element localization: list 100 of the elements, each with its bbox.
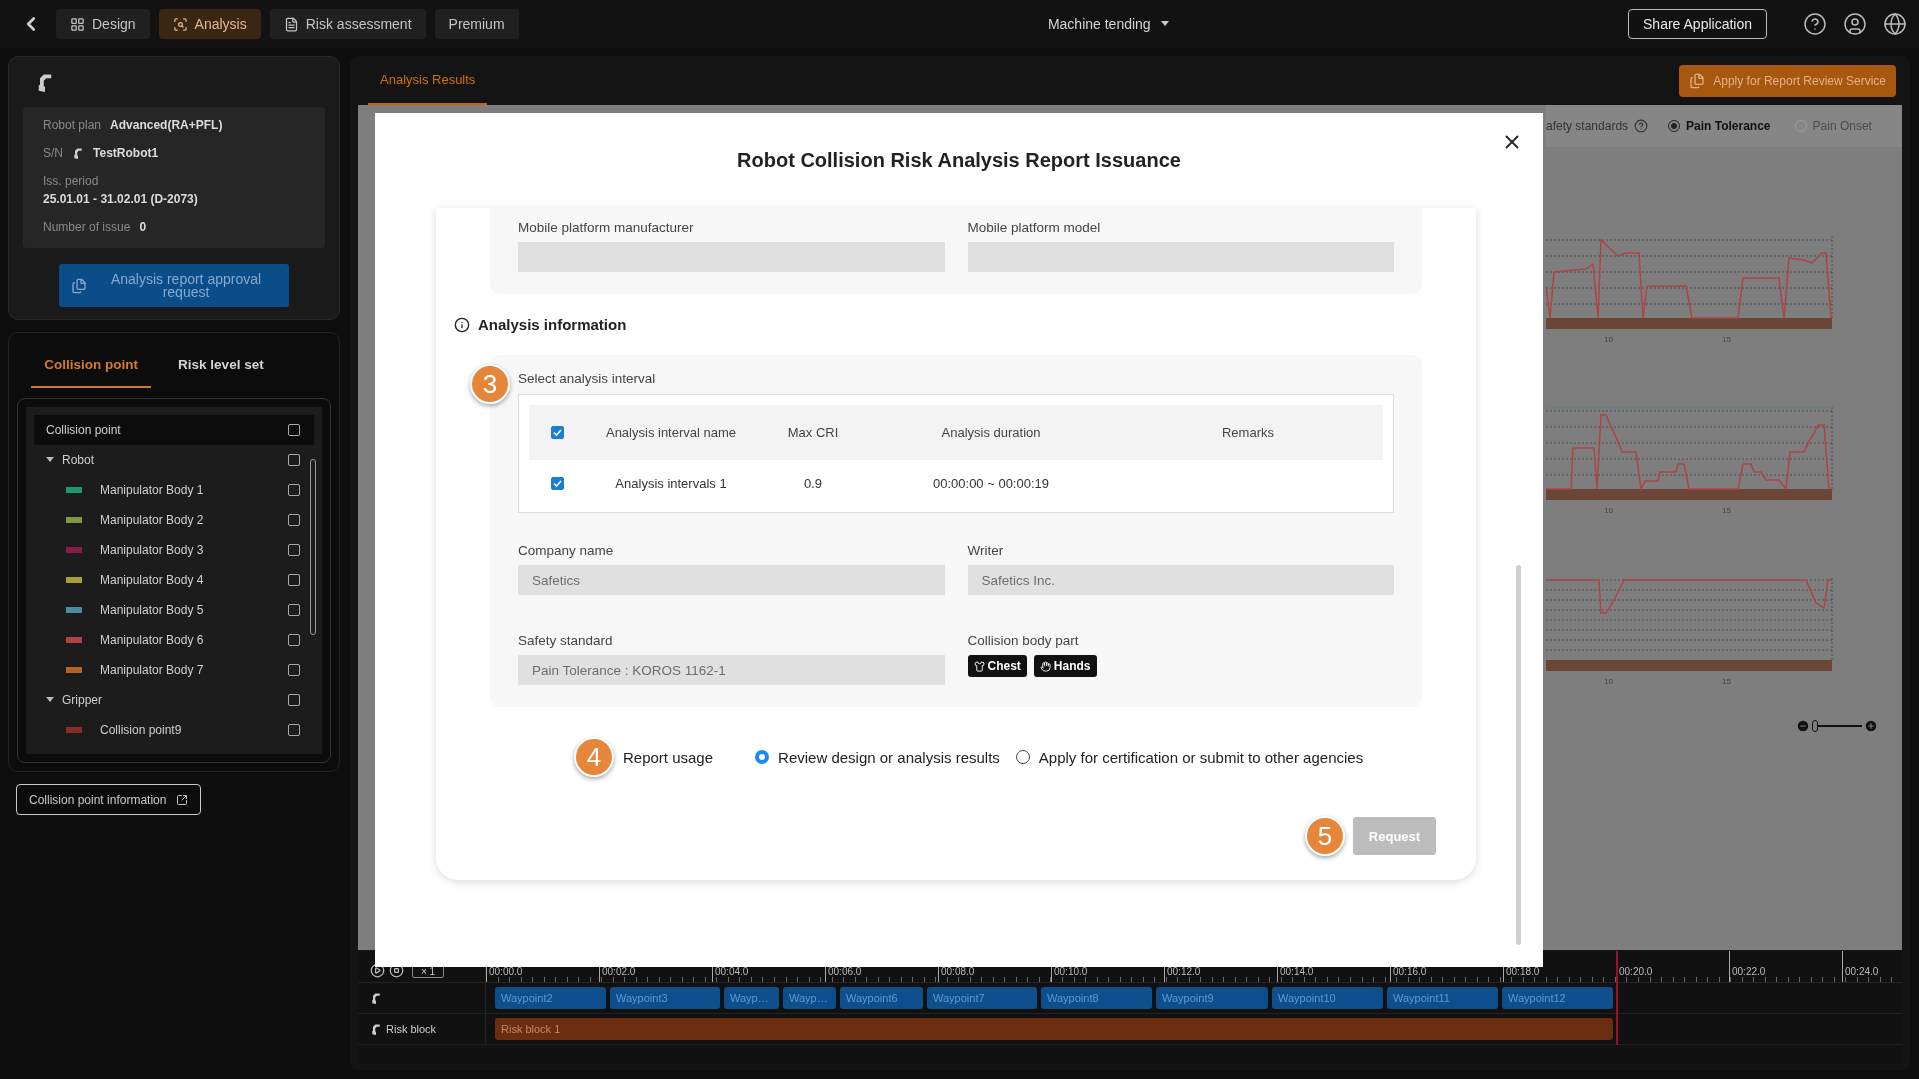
shirt-icon	[973, 660, 985, 672]
tree-item[interactable]: Manipulator Body 4	[100, 573, 280, 587]
share-button[interactable]: Share Application	[1628, 9, 1767, 39]
info-label: Number of issue	[43, 220, 131, 234]
time-tick-label: 00:24.0	[1842, 951, 1902, 982]
checkbox[interactable]	[288, 634, 300, 646]
tree-item[interactable]: Manipulator Body 7	[100, 663, 280, 677]
column-header: Max CRI	[786, 425, 840, 440]
robot-arm-icon	[72, 147, 84, 159]
collision-info-button[interactable]: Collision point information	[16, 784, 202, 815]
scrollbar[interactable]	[310, 459, 316, 635]
table-cell-text: 0.9	[802, 475, 824, 491]
dialog-title: Robot Collision Risk Analysis Report Issuance	[737, 149, 1181, 172]
nav-tab[interactable]: Design	[56, 9, 150, 39]
input-field[interactable]: Safetics	[518, 565, 945, 595]
column-header: Remarks	[1221, 425, 1275, 440]
expand-caret-icon[interactable]	[46, 697, 54, 703]
checkbox[interactable]	[288, 694, 300, 706]
info-label: S/N	[43, 146, 63, 160]
radio-option[interactable]: Review design or analysis results	[755, 748, 1000, 766]
tree-item[interactable]: Manipulator Body 1	[100, 483, 280, 497]
tree-header: Collision point	[46, 423, 122, 437]
info-value: Advanced(RA+PFL)	[110, 118, 223, 132]
input-field[interactable]: Pain Tolerance : KOROS 1162-1	[518, 655, 945, 685]
globe-button[interactable]	[1883, 12, 1907, 36]
safety-standards-label: afety standards	[1546, 119, 1629, 133]
radio-option[interactable]: Pain Tolerance	[1668, 119, 1771, 133]
step-badge: 4	[574, 737, 614, 777]
checkbox[interactable]	[288, 664, 300, 676]
magnifier-icon	[172, 16, 188, 32]
radio-option[interactable]: Apply for certification or submit to other agencies	[1015, 748, 1364, 766]
user-button[interactable]	[1843, 12, 1867, 36]
panel-tab[interactable]: Collision point	[31, 343, 152, 388]
external-link-icon	[176, 793, 189, 806]
play-button[interactable]	[370, 963, 385, 978]
tree-item[interactable]: Collision point9	[100, 723, 280, 737]
column-header: Analysis interval name	[604, 425, 738, 440]
body-part-tag: Hands	[1033, 655, 1097, 677]
documents-icon	[1689, 72, 1706, 89]
nav-tab[interactable]: Analysis	[158, 9, 261, 39]
info-icon	[454, 316, 470, 333]
column-header: Analysis duration	[940, 425, 1042, 440]
caret-icon	[1160, 21, 1169, 27]
checkbox[interactable]	[288, 424, 300, 436]
document-icon	[283, 16, 299, 32]
step-badge: 5	[1305, 816, 1345, 856]
step-badge: 3	[470, 364, 510, 404]
table-cell-text: Analysis intervals 1	[614, 475, 728, 491]
help-icon[interactable]	[1634, 119, 1649, 133]
checkbox[interactable]	[550, 426, 564, 439]
time-tick-label: 00:22.0	[1729, 951, 1842, 982]
checkbox[interactable]	[288, 724, 300, 736]
field-label: Collision body part	[967, 633, 1080, 648]
body-part-tag: Chest	[967, 655, 1027, 677]
hand-icon	[1039, 660, 1051, 672]
tree-item[interactable]: Gripper	[62, 693, 280, 707]
field-label: Company name	[518, 543, 615, 558]
documents-icon	[71, 277, 87, 294]
checkbox[interactable]	[288, 544, 300, 556]
checkbox[interactable]	[288, 574, 300, 586]
tree-item[interactable]: Manipulator Body 3	[100, 543, 280, 557]
tree-item[interactable]: Manipulator Body 2	[100, 513, 280, 527]
robot-arm-icon	[370, 992, 382, 1004]
field-label: Select analysis interval	[518, 371, 657, 386]
info-label: Robot plan	[43, 118, 102, 132]
checkbox[interactable]	[288, 454, 300, 466]
slider-thumb[interactable]	[1812, 720, 1818, 732]
track-label: Risk block	[386, 1023, 437, 1035]
panel-tab[interactable]: Risk level set	[165, 343, 277, 388]
tree-item[interactable]: Manipulator Body 5	[100, 603, 280, 617]
tree-item[interactable]: Robot	[62, 453, 280, 467]
section-heading: Analysis information	[478, 316, 627, 333]
info-value: 25.01.01 - 31.02.01 (D-2073)	[43, 192, 198, 206]
approval-request-button[interactable]: Analysis report approval request	[59, 264, 289, 307]
info-label: Iss. period	[43, 174, 99, 188]
expand-caret-icon[interactable]	[46, 457, 54, 463]
input-field[interactable]: Safetics Inc.	[967, 565, 1394, 595]
nav-tab[interactable]: Risk assessment	[269, 9, 426, 39]
info-value: TestRobot1	[93, 146, 159, 160]
risk-block[interactable]: Risk block 1	[495, 1018, 1613, 1040]
robot-arm-icon	[370, 1023, 382, 1035]
field-label: Mobile platform manufacturer	[518, 220, 695, 235]
checkbox[interactable]	[288, 514, 300, 526]
checkbox[interactable]	[288, 484, 300, 496]
project-dropdown[interactable]: Machine tending	[1041, 15, 1175, 33]
tree-item[interactable]: Manipulator Body 6	[100, 633, 280, 647]
checkbox[interactable]	[550, 476, 564, 490]
scrollbar[interactable]	[1516, 565, 1521, 945]
field-label: Writer	[967, 543, 1005, 558]
checkbox[interactable]	[288, 604, 300, 616]
grid-icon	[70, 16, 85, 32]
zoom-out-icon[interactable]	[1796, 719, 1810, 733]
help-button[interactable]	[1803, 12, 1827, 36]
info-value: 0	[139, 220, 147, 234]
table-cell-text: 00:00:00 ~ 00:00:19	[932, 475, 1050, 491]
field-label: Report usage	[623, 748, 714, 766]
nav-tab[interactable]: Premium	[434, 9, 519, 39]
field-label: Safety standard	[518, 633, 614, 648]
field-label: Mobile platform model	[967, 220, 1102, 235]
zoom-in-icon[interactable]	[1864, 719, 1878, 733]
